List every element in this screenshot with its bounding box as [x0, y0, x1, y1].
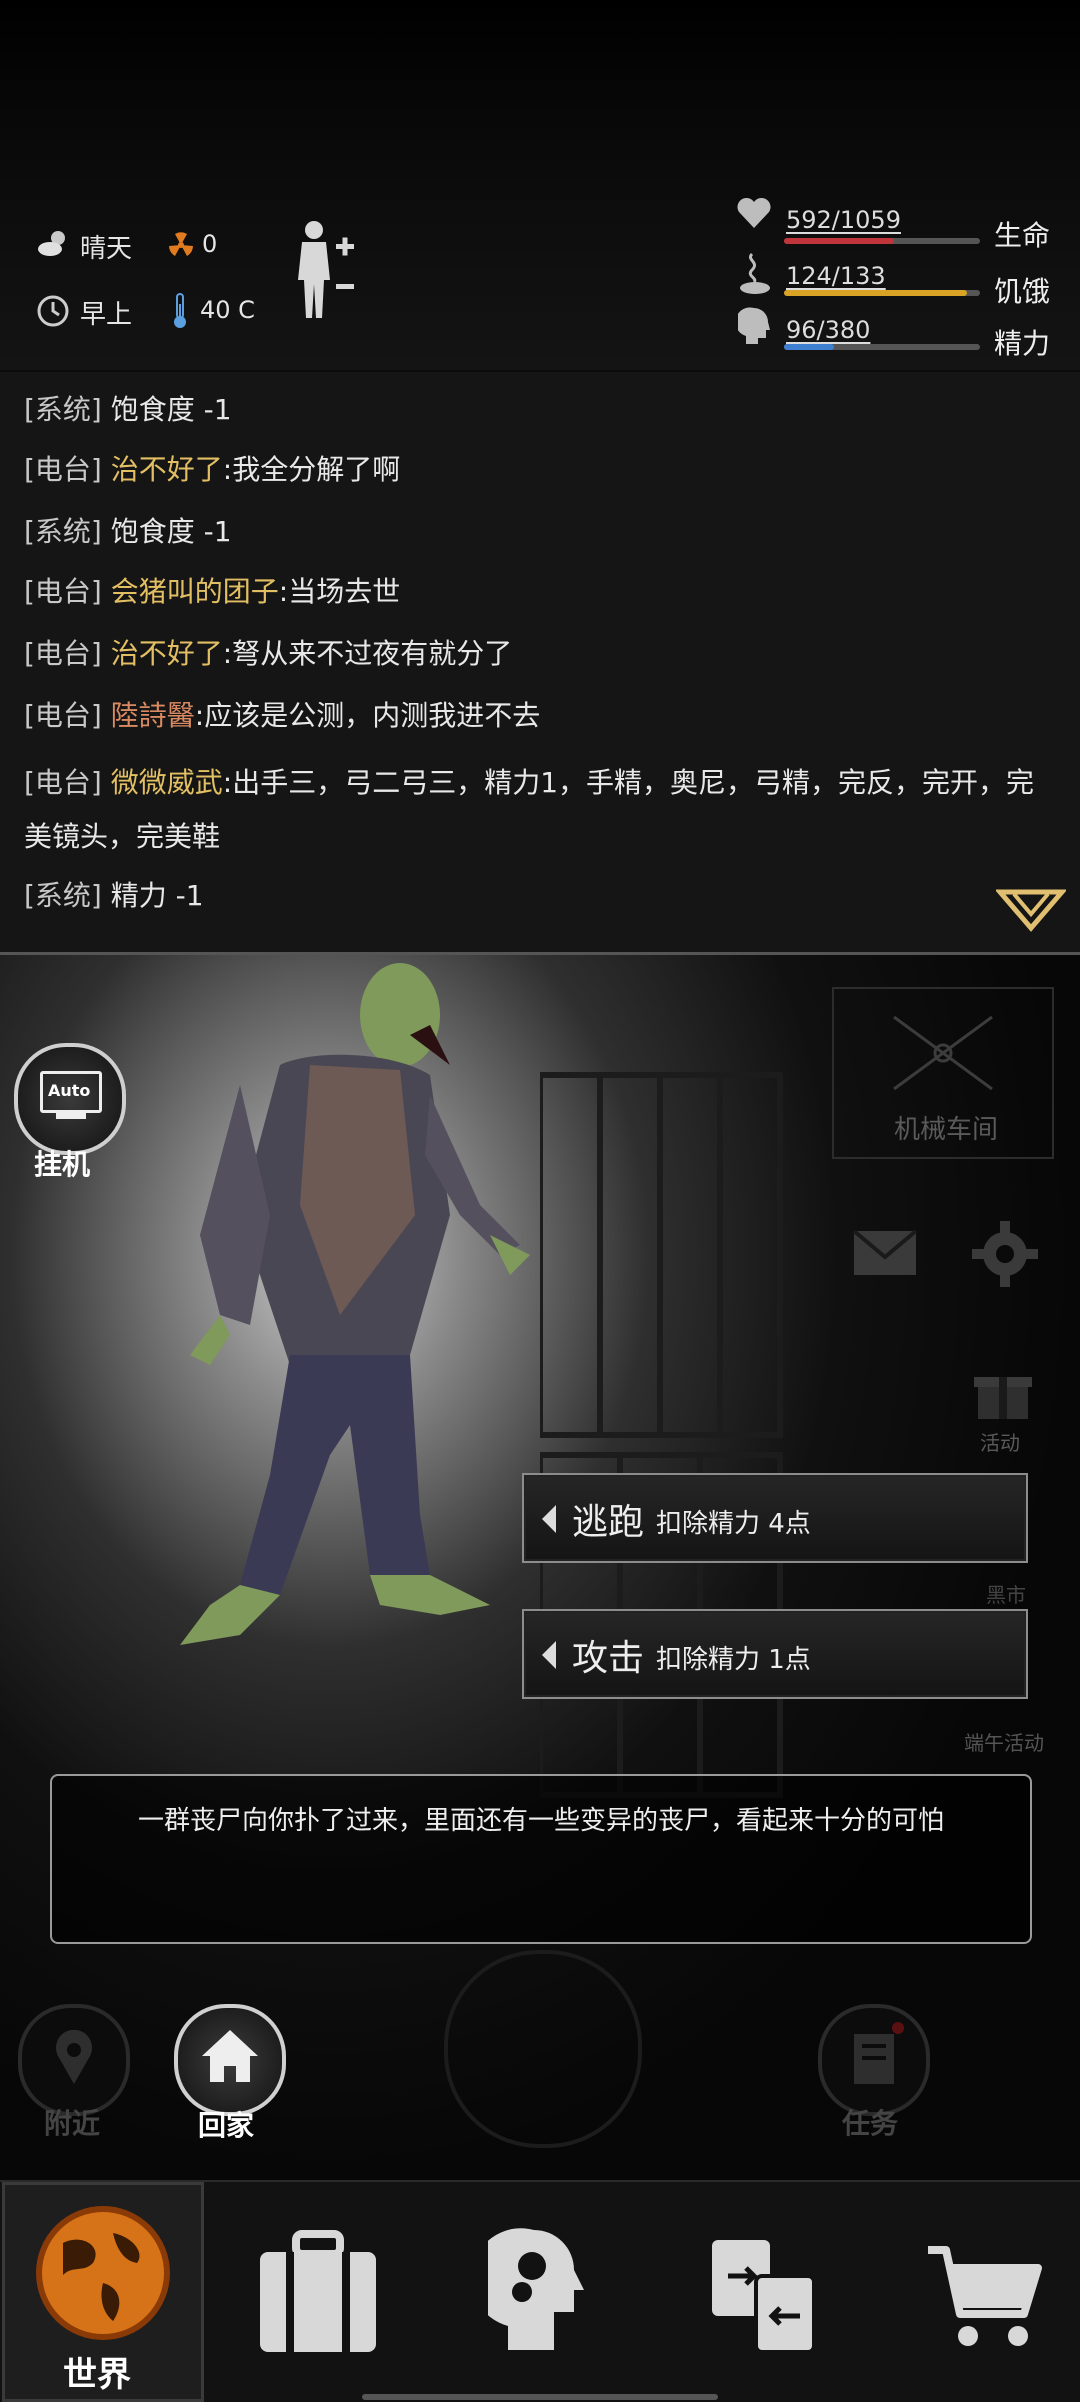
- zombie-enemy[interactable]: [160, 955, 540, 1675]
- workshop-button[interactable]: 机械车间: [832, 987, 1054, 1159]
- home-label: 回家: [198, 2109, 255, 2142]
- heart-icon: [736, 196, 772, 234]
- food-icon: [738, 252, 772, 300]
- log-line: [电台] 微微威武:出手三，弓二弓三，精力1，手精，奥尼，弓精，完反，完开，完美…: [24, 766, 1035, 853]
- attack-label: 攻击: [572, 1638, 645, 1679]
- log-line: [电台] 会猪叫的团子:当场去世: [24, 575, 401, 608]
- mail-icon[interactable]: [852, 1229, 918, 1281]
- energy-label: 精力: [994, 327, 1051, 360]
- crossed-tools-icon: [893, 1015, 993, 1091]
- weather-icon: [36, 228, 72, 264]
- nav-world[interactable]: 世界: [2, 2182, 204, 2402]
- radiation-icon: [166, 230, 196, 264]
- nearby-label: 附近: [44, 2107, 101, 2140]
- cart-icon: [928, 2246, 1042, 2346]
- hunger-bar: [784, 290, 980, 296]
- suitcase-icon: [260, 2230, 376, 2352]
- auto-label: 挂机: [34, 1148, 91, 1181]
- exchange-icon: [712, 2240, 816, 2354]
- left-triangle-icon: [542, 1505, 556, 1533]
- log-line: [电台] 陸詩醫:应该是公测，内测我进不去: [24, 699, 541, 732]
- health-label: 生命: [994, 219, 1051, 252]
- notebook-icon: [854, 2034, 894, 2084]
- auto-button[interactable]: Auto: [14, 1043, 126, 1155]
- temperature-text: 40 C: [200, 296, 255, 324]
- health-bar: [784, 238, 980, 244]
- dragon-boat-event-label[interactable]: 端午活动: [964, 1727, 1044, 1756]
- message-log[interactable]: [系统] 饱食度 -1 [电台] 治不好了:我全分解了啊 [系统] 饱食度 -1…: [0, 372, 1080, 955]
- nearby-button[interactable]: [18, 2004, 130, 2116]
- home-indicator: [362, 2394, 718, 2400]
- globe-icon: [36, 2206, 170, 2340]
- log-line: [系统] 精力 -1: [24, 879, 204, 912]
- health-value: 592/1059: [786, 206, 901, 234]
- hunger-value: 124/133: [786, 262, 886, 290]
- nav-world-label: 世界: [63, 2355, 131, 2395]
- nav-shop[interactable]: [880, 2182, 1076, 2396]
- log-line: [系统] 饱食度 -1: [24, 393, 232, 426]
- chevron-down-icon[interactable]: [994, 888, 1068, 936]
- nav-skills[interactable]: [440, 2182, 636, 2396]
- clock-icon: [36, 294, 70, 332]
- flee-cost: 扣除精力 4点: [656, 1509, 811, 1539]
- hunger-label: 饥饿: [994, 275, 1051, 308]
- notification-dot: [892, 2022, 904, 2034]
- weather-text: 晴天: [80, 234, 133, 264]
- nav-exchange[interactable]: [660, 2182, 856, 2396]
- event-message: 一群丧尸向你扑了过来，里面还有一些变异的丧尸，看起来十分的可怕: [137, 1806, 944, 1836]
- task-button[interactable]: [818, 2004, 930, 2116]
- workshop-label: 机械车间: [894, 1115, 999, 1145]
- flee-button[interactable]: 逃跑 扣除精力 4点: [522, 1473, 1028, 1563]
- flee-label: 逃跑: [572, 1502, 645, 1543]
- radar: [444, 1950, 642, 2148]
- attack-cost: 扣除精力 1点: [656, 1645, 811, 1675]
- black-market-label: 黑市: [986, 1583, 1026, 1607]
- nav-inventory[interactable]: [220, 2182, 416, 2396]
- radiation-value: 0: [202, 230, 218, 258]
- status-header: 晴天 0 早上 40 C 592/1059 生命 124/133 饥饿 96/3…: [0, 0, 1080, 374]
- home-button[interactable]: [174, 2004, 286, 2116]
- log-line: [电台] 治不好了:弩从来不过夜有就分了: [24, 637, 513, 670]
- location-pin-icon: [56, 2030, 92, 2084]
- bottom-nav: 世界: [0, 2180, 1080, 2402]
- gift-icon[interactable]: [974, 1365, 1032, 1425]
- attack-button[interactable]: 攻击 扣除精力 1点: [522, 1609, 1028, 1699]
- character-attributes-button[interactable]: [292, 218, 364, 328]
- event-label: 活动: [980, 1431, 1020, 1455]
- auto-text: Auto: [48, 1081, 91, 1100]
- time-of-day-text: 早上: [80, 300, 133, 330]
- event-message-box: 一群丧尸向你扑了过来，里面还有一些变异的丧尸，看起来十分的可怕: [50, 1774, 1032, 1944]
- energy-bar: [784, 344, 980, 350]
- left-triangle-icon: [542, 1641, 556, 1669]
- head-icon: [735, 306, 772, 350]
- thermometer-icon: [170, 292, 190, 334]
- log-line: [电台] 治不好了:我全分解了啊: [24, 453, 401, 486]
- gear-icon[interactable]: [972, 1221, 1038, 1291]
- home-icon: [202, 2030, 258, 2082]
- log-line: [系统] 饱食度 -1: [24, 515, 232, 548]
- energy-value: 96/380: [786, 316, 871, 344]
- task-label: 任务: [842, 2107, 899, 2140]
- head-gear-icon: [488, 2228, 584, 2350]
